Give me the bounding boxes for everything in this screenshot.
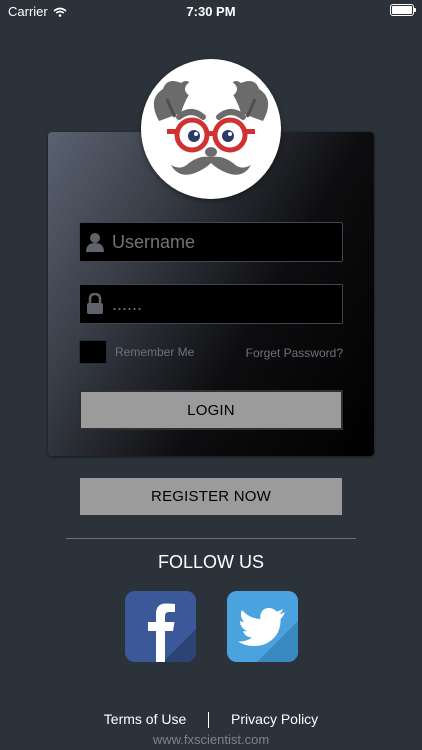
scientist-logo: [153, 77, 269, 175]
facebook-icon: [125, 591, 196, 662]
username-field[interactable]: [79, 222, 343, 262]
facebook-button[interactable]: [125, 591, 196, 662]
divider: [66, 538, 356, 539]
scientist-avatar: [141, 59, 281, 199]
battery-icon: [390, 4, 416, 16]
remember-label: Remember Me: [115, 345, 195, 359]
username-input[interactable]: [110, 230, 334, 254]
footer-separator: [208, 712, 210, 729]
twitter-icon: [227, 591, 298, 662]
twitter-button[interactable]: [227, 591, 298, 662]
forgot-password-link[interactable]: Forget Password?: [246, 346, 343, 360]
terms-link[interactable]: Terms of Use: [104, 711, 186, 727]
privacy-link[interactable]: Privacy Policy: [231, 711, 318, 727]
password-input[interactable]: [110, 292, 334, 316]
follow-us-heading: FOLLOW US: [157, 552, 264, 572]
user-icon: [80, 232, 110, 252]
remember-checkbox[interactable]: [79, 340, 107, 364]
status-time: 7:30 PM: [186, 4, 236, 19]
footer-links: Terms of Use Privacy Policy: [0, 711, 422, 729]
website-link[interactable]: www.fxscientist.com: [0, 732, 422, 747]
password-field[interactable]: [79, 284, 343, 324]
remember-me[interactable]: Remember Me: [79, 340, 194, 364]
register-button[interactable]: REGISTER NOW: [80, 478, 342, 515]
status-bar: Carrier 7:30 PM: [0, 0, 422, 22]
login-button[interactable]: LOGIN: [79, 390, 343, 430]
lock-icon: [80, 293, 110, 315]
